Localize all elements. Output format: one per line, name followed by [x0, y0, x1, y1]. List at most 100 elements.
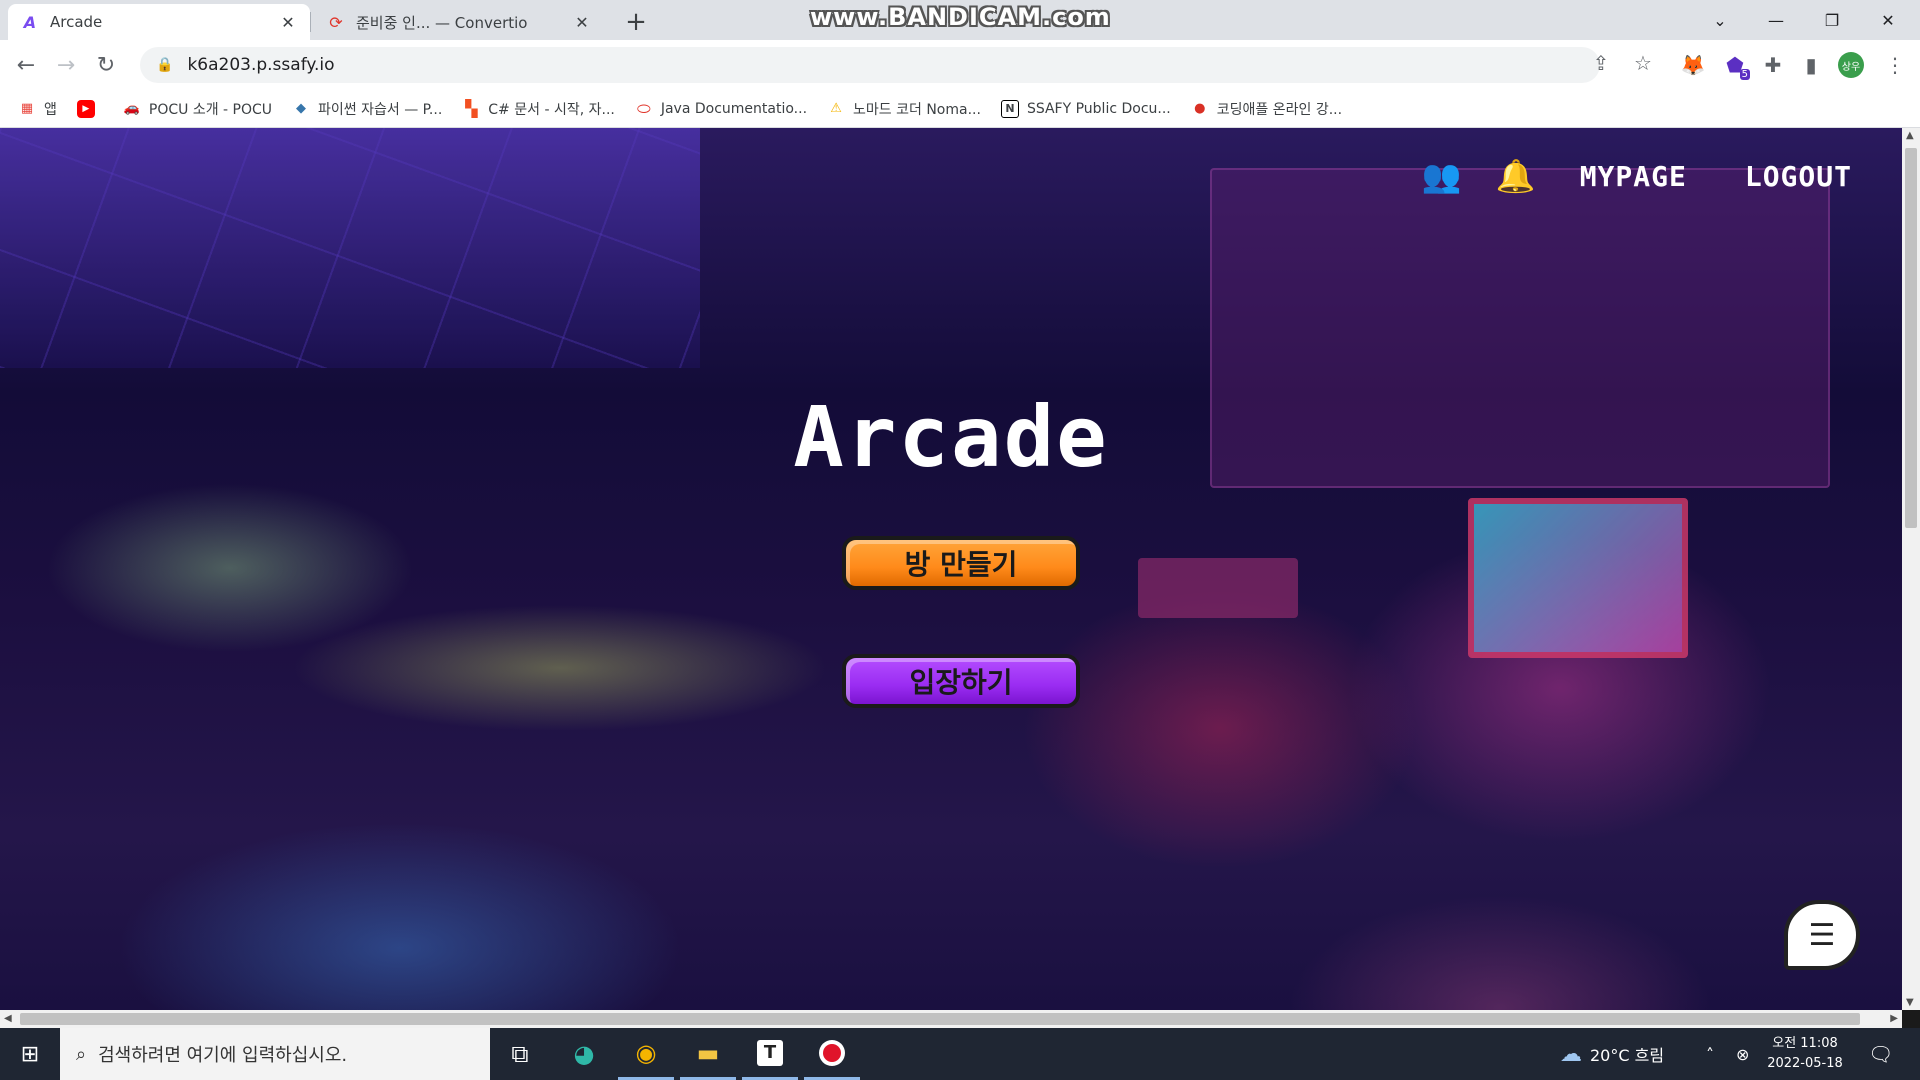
menu-kebab-icon[interactable]: ⋮ — [1880, 50, 1910, 80]
ceiling-decoration — [0, 128, 700, 368]
top-nav: 👥 🔔 MYPAGE LOGOUT — [1422, 156, 1852, 196]
close-icon[interactable]: ✕ — [278, 12, 298, 32]
arcade-favicon-icon: A — [23, 12, 37, 32]
convertio-favicon-icon: ⟳ — [329, 12, 343, 32]
bookmark-java[interactable]: ⬭ Java Documentatio... — [635, 98, 808, 118]
typora-app-icon[interactable]: T — [742, 1028, 798, 1080]
youtube-icon: ▶ — [76, 99, 95, 118]
browser-tab-strip: A Arcade ✕ ⟳ 준비중 인... — Convertio ✕ + ww… — [0, 0, 1920, 40]
tray-chevron-up-icon[interactable]: ˄ — [1706, 1028, 1714, 1080]
bookmark-codingapple[interactable]: ● 코딩애플 온라인 강... — [1191, 99, 1342, 119]
search-placeholder: 검색하려면 여기에 입력하십시오. — [98, 1045, 348, 1066]
extension-badge-icon[interactable]: ⬟ 5 — [1720, 50, 1750, 80]
taskbar-search-input[interactable]: ⌕ 검색하려면 여기에 입력하십시오. — [60, 1028, 490, 1080]
bookmark-pocu[interactable]: 🚗 POCU 소개 - POCU — [123, 99, 272, 119]
bookmark-label: C# 문서 - 시작, 자... — [488, 101, 615, 118]
scroll-right-arrow-icon[interactable]: ▶ — [1890, 1013, 1898, 1024]
chrome-browser-icon[interactable]: ◉ — [618, 1028, 674, 1080]
tab-arcade[interactable]: A Arcade ✕ — [8, 4, 310, 40]
address-bar[interactable]: 🔒 k6a203.p.ssafy.io — [140, 47, 1600, 83]
bookmark-label: 앱 — [44, 101, 57, 118]
weather-text: 20°C 흐림 — [1590, 1046, 1665, 1065]
bookmark-label: 코딩애플 온라인 강... — [1216, 101, 1343, 118]
cloud-icon: ☁ — [1560, 1041, 1582, 1067]
clock-date: 2022-05-18 — [1767, 1056, 1843, 1071]
scroll-up-arrow-icon[interactable]: ▲ — [1906, 130, 1914, 141]
arcade-background: 👥 🔔 MYPAGE LOGOUT Arcade 방 만들기 입장하기 ☰ — [0, 128, 1902, 1010]
taskbar-clock[interactable]: 오전 11:08 2022-05-18 — [1760, 1034, 1850, 1074]
side-panel-icon[interactable]: ▮ — [1796, 50, 1826, 80]
bookmark-label: 노마드 코더 Noma... — [853, 101, 981, 118]
windows-start-icon[interactable]: ⊞ — [0, 1028, 60, 1080]
tab-title: Arcade — [50, 13, 103, 31]
minimize-button[interactable]: — — [1748, 0, 1804, 40]
create-room-button[interactable]: 방 만들기 — [842, 536, 1080, 590]
bookmark-ssafy[interactable]: N SSAFY Public Docu... — [1000, 99, 1171, 118]
bookmark-label: 파이썬 자습서 — P... — [318, 101, 443, 118]
extension-count-badge: 5 — [1739, 69, 1750, 80]
python-icon: ◆ — [296, 101, 307, 116]
weather-widget[interactable]: ☁ 20°C 흐림 — [1560, 1028, 1664, 1080]
extensions-puzzle-icon[interactable]: ✚ — [1758, 50, 1788, 80]
vertical-scroll-thumb[interactable] — [1905, 148, 1917, 528]
bookmark-apps[interactable]: ▦ 앱 — [18, 99, 57, 119]
bookmark-star-icon[interactable]: ☆ — [1628, 48, 1658, 78]
chat-bubble-icon[interactable]: ☰ — [1784, 900, 1860, 970]
bell-icon[interactable]: 🔔 — [1496, 156, 1536, 196]
file-explorer-icon[interactable]: ▬ — [680, 1028, 736, 1080]
pocu-icon: 🚗 — [123, 101, 140, 116]
apple-fruit-icon: ● — [1194, 101, 1206, 116]
bookmark-python[interactable]: ◆ 파이썬 자습서 — P... — [292, 99, 442, 119]
back-arrow-icon[interactable]: ← — [10, 49, 42, 81]
nomad-icon: ⚠ — [830, 101, 842, 116]
horizontal-scrollbar[interactable]: ◀ ▶ — [0, 1010, 1902, 1028]
vertical-scrollbar[interactable]: ▲ ▼ — [1902, 128, 1920, 1010]
notification-icon[interactable]: 🗨 — [1868, 1028, 1893, 1080]
mypage-link[interactable]: MYPAGE — [1580, 160, 1687, 193]
scroll-left-arrow-icon[interactable]: ◀ — [4, 1013, 12, 1024]
forward-arrow-icon[interactable]: → — [50, 49, 82, 81]
bookmark-nomad[interactable]: ⚠ 노마드 코더 Noma... — [827, 99, 981, 119]
enter-room-button[interactable]: 입장하기 — [842, 654, 1080, 708]
windows-taskbar: ⊞ ⌕ 검색하려면 여기에 입력하십시오. ⧉ ◕ ◉ ▬ T ☁ 20°C 흐… — [0, 1028, 1920, 1080]
lock-icon[interactable]: 🔒 — [156, 57, 173, 73]
window-close-button[interactable]: ✕ — [1860, 0, 1916, 40]
share-icon[interactable]: ⇪ — [1586, 48, 1616, 78]
search-icon: ⌕ — [76, 1043, 87, 1065]
bookmark-label: SSAFY Public Docu... — [1026, 100, 1171, 117]
bandicam-record-icon[interactable] — [804, 1028, 860, 1080]
page-title: Arcade — [793, 388, 1109, 486]
edge-browser-icon[interactable]: ◕ — [556, 1028, 612, 1080]
bookmark-youtube[interactable]: ▶ — [76, 99, 103, 118]
bookmarks-bar: ▦ 앱 ▶ 🚗 POCU 소개 - POCU ◆ 파이썬 자습서 — P... … — [0, 90, 1920, 128]
notion-icon: N — [1000, 99, 1019, 118]
microsoft-icon: ▚ — [465, 99, 478, 118]
arcade-sign-decoration — [1138, 558, 1298, 618]
tab-divider — [310, 12, 311, 32]
reload-icon[interactable]: ↻ — [90, 49, 122, 81]
tab-search-chevron-icon[interactable]: ⌄ — [1692, 0, 1748, 40]
tab-convertio[interactable]: ⟳ 준비중 인... — Convertio ✕ — [314, 4, 604, 40]
arcade-sign-decoration — [1468, 498, 1688, 658]
profile-avatar[interactable]: 상우 — [1838, 52, 1864, 78]
oracle-icon: ⬭ — [637, 98, 651, 118]
horizontal-scroll-thumb[interactable] — [20, 1013, 1860, 1025]
apps-grid-icon: ▦ — [20, 101, 34, 116]
url-text: k6a203.p.ssafy.io — [187, 55, 335, 75]
new-tab-button[interactable]: + — [620, 6, 652, 38]
friends-icon[interactable]: 👥 — [1422, 156, 1462, 196]
restore-button[interactable]: ❐ — [1804, 0, 1860, 40]
bandicam-watermark: www.BANDICAM.com — [810, 3, 1111, 31]
bookmark-csharp[interactable]: ▚ C# 문서 - 시작, 자... — [462, 99, 615, 119]
metamask-extension-icon[interactable]: 🦊 — [1678, 50, 1708, 80]
tab-title: 준비중 인... — Convertio — [356, 13, 528, 32]
network-status-icon[interactable]: ⊗ — [1736, 1028, 1749, 1080]
close-icon[interactable]: ✕ — [572, 12, 592, 32]
clock-time: 오전 11:08 — [1772, 1036, 1838, 1051]
logout-link[interactable]: LOGOUT — [1745, 160, 1852, 193]
scroll-down-arrow-icon[interactable]: ▼ — [1906, 997, 1914, 1008]
browser-toolbar: ← → ↻ 🔒 k6a203.p.ssafy.io ⇪ ☆ 🦊 ⬟ 5 ✚ ▮ 상… — [0, 40, 1920, 90]
task-view-icon[interactable]: ⧉ — [492, 1028, 548, 1080]
bookmark-label: POCU 소개 - POCU — [148, 101, 273, 118]
bookmark-label: Java Documentatio... — [660, 100, 808, 117]
